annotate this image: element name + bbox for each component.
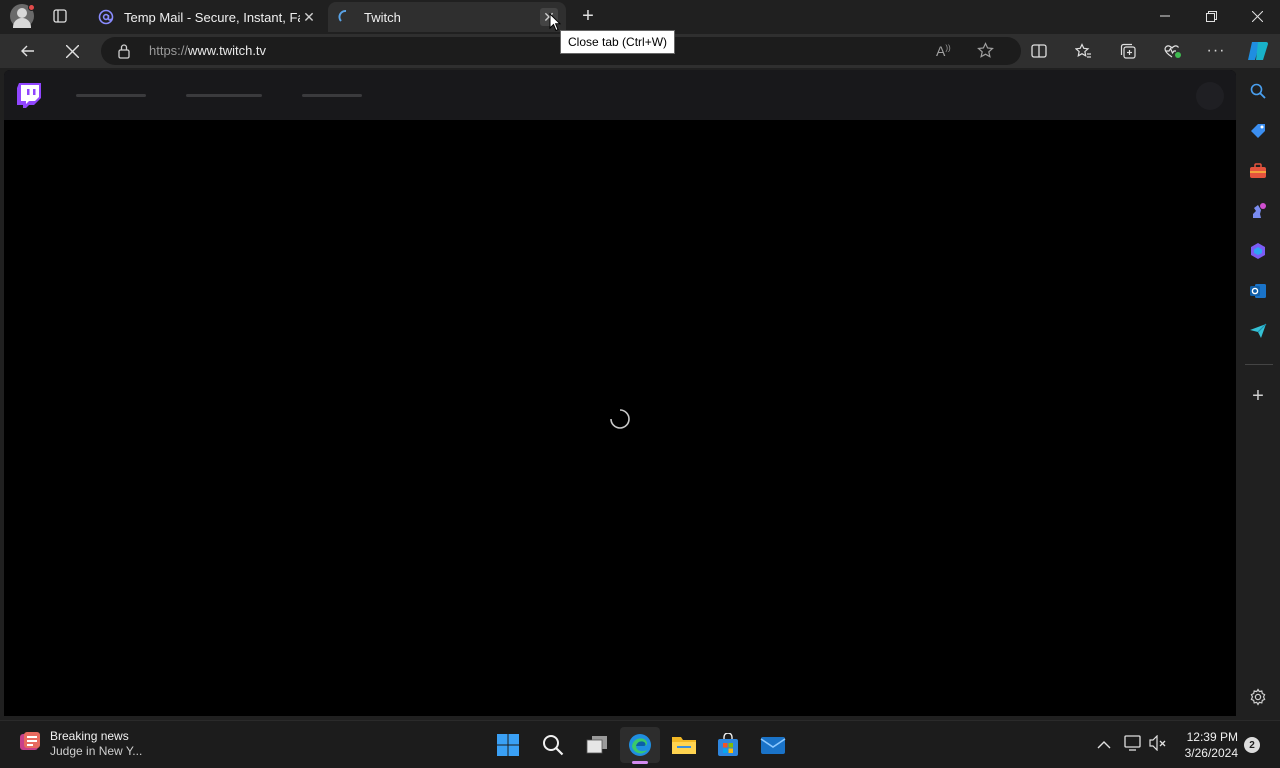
more-options-icon[interactable]: ··· <box>1199 34 1233 68</box>
shopping-tag-icon[interactable] <box>1245 118 1271 144</box>
url-host: www.twitch.tv <box>188 43 267 58</box>
tab-title: Temp Mail - Secure, Instant, Fast <box>124 9 300 25</box>
read-aloud-icon[interactable]: A)) <box>936 43 951 59</box>
nav-placeholder-1 <box>76 94 146 97</box>
profile-badge <box>28 4 35 11</box>
avatar-head <box>17 8 27 18</box>
notification-badge[interactable]: 2 <box>1244 737 1260 753</box>
network-display-icon[interactable] <box>1124 735 1142 756</box>
tab-twitch[interactable]: Twitch ✕ <box>328 2 566 32</box>
favorites-icon[interactable] <box>1066 34 1100 68</box>
volume-muted-icon[interactable] <box>1149 734 1167 756</box>
user-avatar-placeholder <box>1196 82 1224 110</box>
edge-taskbar-icon[interactable] <box>620 727 660 764</box>
tab-title: Twitch <box>364 9 401 25</box>
back-button[interactable] <box>11 34 45 68</box>
url-scheme: https:// <box>149 43 189 58</box>
at-sign-icon <box>98 9 114 25</box>
loading-icon <box>338 9 354 25</box>
search-icon[interactable] <box>1245 78 1271 104</box>
close-tab-tooltip: Close tab (Ctrl+W) <box>560 30 676 54</box>
news-icon <box>18 731 42 758</box>
profile-avatar[interactable] <box>10 4 35 28</box>
mail-icon[interactable] <box>753 727 793 763</box>
new-tab-button[interactable]: + <box>576 4 600 28</box>
lock-icon[interactable] <box>117 43 131 64</box>
browser-essentials-icon[interactable] <box>1155 34 1189 68</box>
task-view-icon[interactable] <box>577 727 617 763</box>
news-headline: Breaking news <box>50 729 129 743</box>
tab-strip: Temp Mail - Secure, Instant, Fast ✕ Twit… <box>0 0 1280 34</box>
nav-placeholder-2 <box>186 94 262 97</box>
close-icon[interactable]: ✕ <box>300 8 318 26</box>
tools-briefcase-icon[interactable] <box>1245 158 1271 184</box>
avatar-body <box>13 18 31 28</box>
microsoft-store-icon[interactable] <box>708 727 748 763</box>
microsoft-365-icon[interactable] <box>1245 238 1271 264</box>
edge-sidebar: + <box>1237 68 1280 718</box>
split-screen-icon[interactable] <box>1022 34 1056 68</box>
restore-button[interactable] <box>1188 0 1234 32</box>
copilot-icon[interactable] <box>1241 34 1275 68</box>
tab-temp-mail[interactable]: Temp Mail - Secure, Instant, Fast ✕ <box>88 2 326 32</box>
loading-spinner-icon <box>609 408 631 435</box>
close-window-button[interactable] <box>1234 0 1280 32</box>
start-button-icon[interactable] <box>488 727 528 763</box>
games-chess-icon[interactable] <box>1245 198 1271 224</box>
tab-actions-icon[interactable] <box>48 4 72 28</box>
system-clock[interactable]: 12:39 PM 3/26/2024 <box>1178 729 1238 761</box>
stop-loading-button[interactable] <box>55 34 89 68</box>
favorite-star-icon[interactable] <box>977 42 994 64</box>
add-sidebar-app-icon[interactable]: + <box>1245 383 1271 409</box>
news-widget[interactable]: Breaking news Judge in New Y... <box>18 729 142 759</box>
settings-gear-icon[interactable] <box>1245 684 1271 710</box>
twitch-top-nav <box>4 70 1236 120</box>
clock-date: 3/26/2024 <box>1184 746 1238 760</box>
send-paper-plane-icon[interactable] <box>1245 318 1271 344</box>
outlook-icon[interactable] <box>1245 278 1271 304</box>
clock-time: 12:39 PM <box>1186 730 1238 744</box>
url-text[interactable]: https://www.twitch.tv <box>149 43 266 58</box>
nav-placeholder-3 <box>302 94 362 97</box>
file-explorer-icon[interactable] <box>664 727 704 763</box>
taskbar-search-icon[interactable] <box>533 727 573 763</box>
active-app-indicator <box>632 761 648 764</box>
windows-taskbar: Breaking news Judge in New Y... 12:39 PM… <box>0 720 1280 768</box>
mouse-cursor-icon <box>549 12 562 37</box>
twitch-logo-icon[interactable] <box>16 82 42 114</box>
minimize-button[interactable] <box>1142 0 1188 32</box>
news-subtitle: Judge in New Y... <box>50 744 143 758</box>
show-hidden-icons-chevron-icon[interactable] <box>1097 737 1111 755</box>
page-viewport <box>4 70 1236 716</box>
sidebar-divider <box>1245 364 1273 365</box>
collections-icon[interactable] <box>1111 34 1145 68</box>
